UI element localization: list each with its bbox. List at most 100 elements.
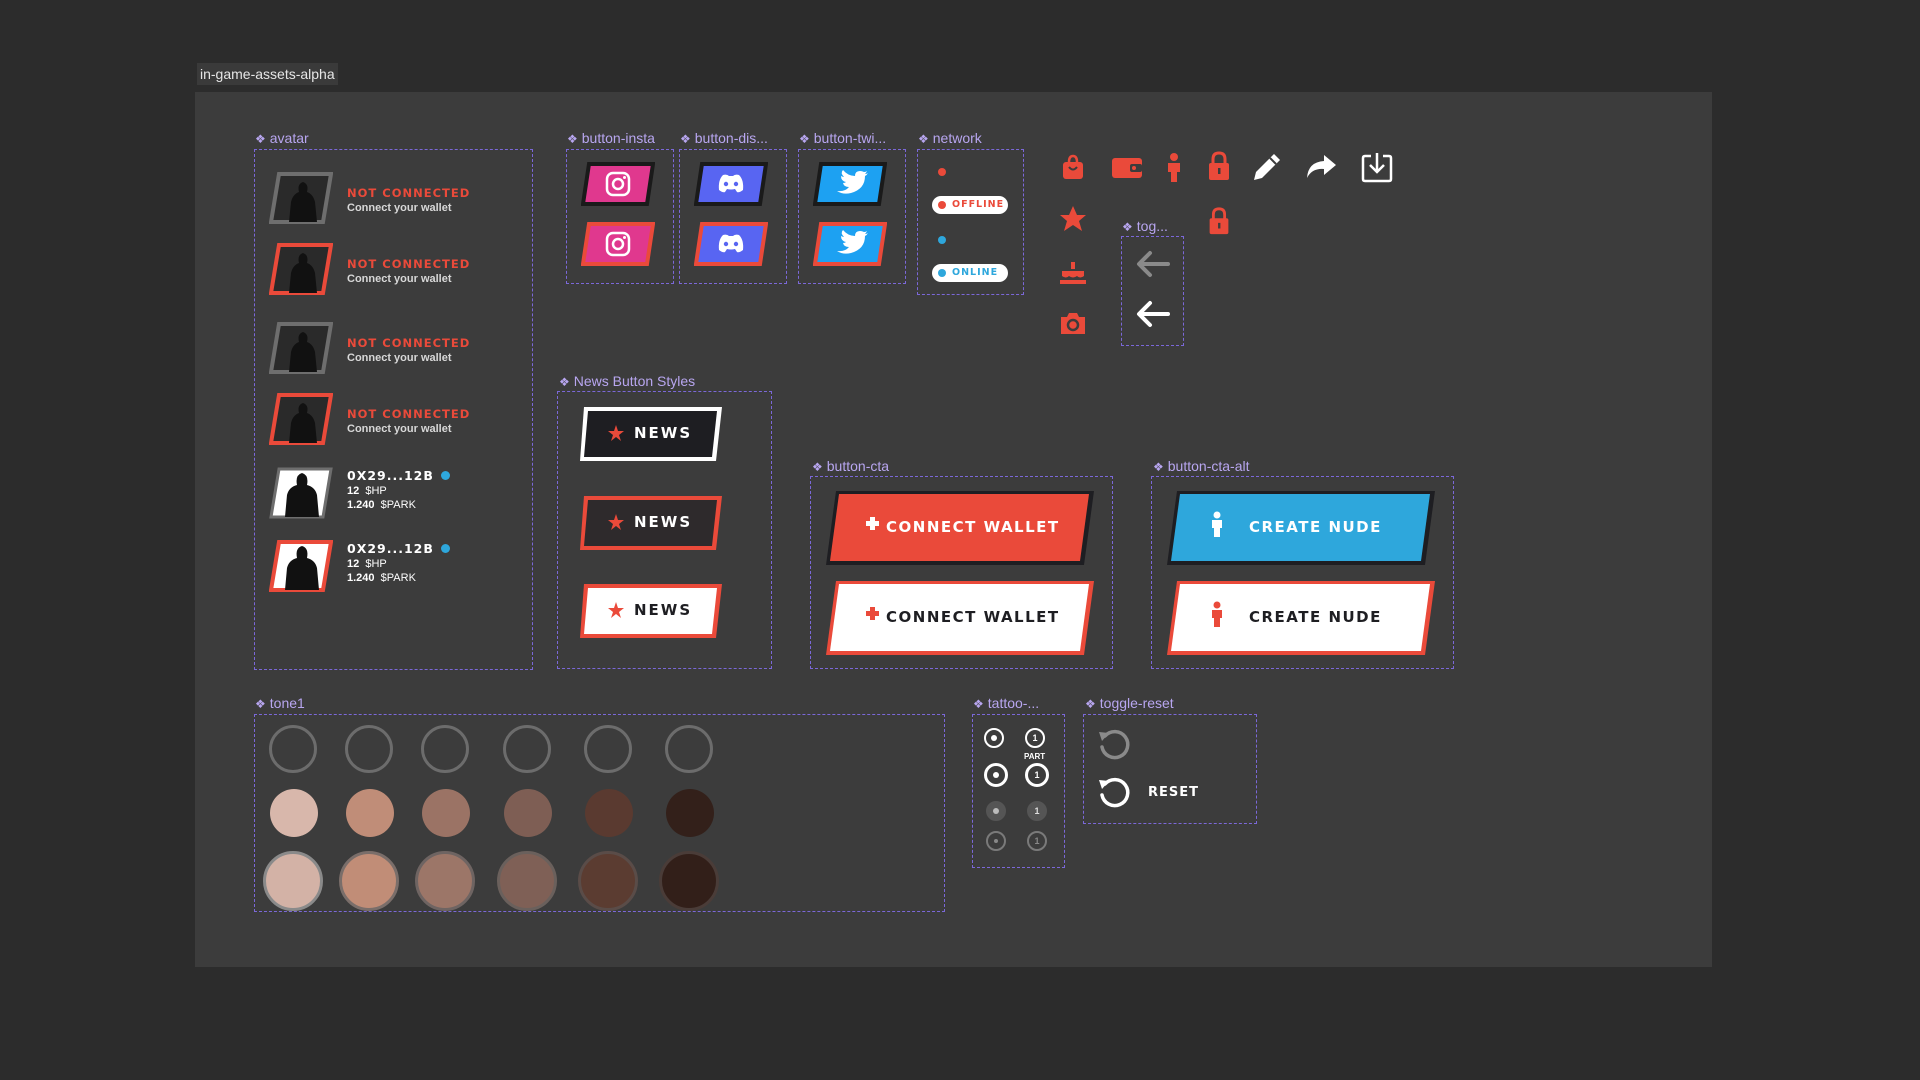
twitter-button[interactable] — [813, 162, 887, 206]
connect-wallet-button[interactable]: CONNECT WALLET — [824, 489, 1096, 567]
component-label-cta-alt[interactable]: ❖ button-cta-alt — [1153, 458, 1249, 475]
insta-component — [566, 149, 674, 284]
component-label-news[interactable]: ❖ News Button Styles — [559, 373, 695, 390]
wallet-address: 0X29...12B — [347, 468, 434, 483]
component-label-discord[interactable]: ❖ button-dis... — [680, 130, 768, 147]
avatar-hint: Connect your wallet — [347, 423, 452, 435]
avatar-component: NOT CONNECTED Connect your wallet NOT CO… — [254, 149, 533, 670]
online-dot — [938, 236, 946, 244]
component-label-cta[interactable]: ❖ button-cta — [812, 458, 889, 475]
cta-alt-label: CREATE NUDE — [1249, 518, 1382, 536]
online-label: ONLINE — [952, 267, 999, 278]
camera-icon[interactable] — [1058, 310, 1088, 336]
tone-swatch[interactable] — [346, 789, 394, 837]
tattoo-number-empty[interactable]: 1 — [1027, 831, 1047, 851]
tone-swatch-selected[interactable] — [497, 851, 557, 911]
online-pill-dot — [938, 269, 946, 277]
wallet-icon[interactable] — [1110, 154, 1144, 182]
tattoo-number-disabled[interactable]: 1 — [1027, 801, 1047, 821]
offline-label: OFFLINE — [952, 199, 1005, 210]
frame-title[interactable]: in-game-assets-alpha — [197, 63, 338, 85]
create-nude-button-alt[interactable]: CREATE NUDE — [1165, 579, 1437, 657]
avatar-image-icon — [269, 322, 333, 374]
offline-pill-dot — [938, 201, 946, 209]
reset-label: RESET — [1148, 785, 1200, 800]
news-button-hover[interactable]: NEWS — [578, 494, 724, 552]
avatar-image-icon — [269, 393, 333, 445]
tattoo-radio-disabled[interactable] — [986, 801, 1006, 821]
arrow-left-icon[interactable] — [1134, 249, 1172, 279]
component-label-network[interactable]: ❖ network — [918, 130, 982, 147]
online-indicator — [441, 544, 450, 553]
create-nude-button[interactable]: CREATE NUDE — [1165, 489, 1437, 567]
star-icon[interactable] — [1058, 204, 1088, 234]
tattoo-radio[interactable] — [984, 728, 1004, 748]
news-button-active[interactable]: NEWS — [578, 582, 724, 640]
person-icon[interactable] — [1164, 152, 1184, 184]
reset-button[interactable]: RESET — [1096, 775, 1246, 811]
spark-value: 1.240 — [347, 572, 375, 584]
hp-value: 12 — [347, 558, 360, 570]
component-label-twitter[interactable]: ❖ button-twi... — [799, 130, 886, 147]
pencil-icon[interactable] — [1250, 150, 1284, 184]
tone-swatch[interactable] — [422, 789, 470, 837]
avatar-hint: Connect your wallet — [347, 352, 452, 364]
tone-swatch-selected[interactable] — [415, 851, 475, 911]
bag-icon[interactable] — [1058, 152, 1088, 182]
avatar-image-icon — [269, 540, 333, 592]
news-button-default[interactable]: NEWS — [578, 405, 724, 463]
cake-icon[interactable] — [1058, 258, 1088, 286]
component-label-tattoo[interactable]: ❖ tattoo-... — [973, 695, 1039, 712]
component-label-toggle-reset[interactable]: ❖ toggle-reset — [1085, 695, 1174, 712]
tattoo-number[interactable]: 1 — [1025, 728, 1045, 748]
tone-ring-empty[interactable] — [584, 725, 632, 773]
tone-swatch-selected[interactable] — [659, 851, 719, 911]
connect-wallet-button-alt[interactable]: CONNECT WALLET — [824, 579, 1096, 657]
avatar-hint: Connect your wallet — [347, 202, 452, 214]
share-icon[interactable] — [1304, 152, 1338, 182]
news-label: NEWS — [634, 513, 693, 531]
discord-button[interactable] — [694, 162, 768, 206]
tone-swatch[interactable] — [504, 789, 552, 837]
component-label-tone[interactable]: ❖ tone1 — [255, 695, 305, 712]
component-label-insta[interactable]: ❖ button-insta — [567, 130, 655, 147]
tone-ring-empty[interactable] — [269, 725, 317, 773]
spark-value: 1.240 — [347, 499, 375, 511]
avatar-image-icon — [269, 243, 333, 295]
tattoo-radio-empty[interactable] — [986, 831, 1006, 851]
network-component: OFFLINE ONLINE — [917, 149, 1024, 295]
news-label: NEWS — [634, 424, 693, 442]
tone-swatch[interactable] — [585, 789, 633, 837]
lock-icon[interactable] — [1206, 206, 1232, 236]
instagram-button[interactable] — [581, 162, 655, 206]
tone-swatch-selected[interactable] — [339, 851, 399, 911]
tattoo-number-selected[interactable]: 1 — [1025, 763, 1049, 787]
reset-icon[interactable] — [1096, 727, 1132, 763]
arrow-left-icon[interactable] — [1134, 299, 1172, 329]
tone-swatch-selected[interactable] — [578, 851, 638, 911]
instagram-button-active[interactable] — [581, 222, 655, 266]
hp-unit: $HP — [365, 485, 387, 497]
tattoo-component: 1 PART 1 1 1 — [972, 714, 1065, 868]
discord-component — [679, 149, 787, 284]
twitter-button-active[interactable] — [813, 222, 887, 266]
discord-button-active[interactable] — [694, 222, 768, 266]
tone-ring-empty[interactable] — [345, 725, 393, 773]
cta-alt-component: CREATE NUDE CREATE NUDE — [1151, 476, 1454, 669]
tone-swatch-selected[interactable] — [263, 851, 323, 911]
news-component: NEWS NEWS NEWS — [557, 391, 772, 669]
tone-swatch[interactable] — [666, 789, 714, 837]
lock-icon[interactable] — [1206, 150, 1232, 182]
download-icon[interactable] — [1360, 150, 1394, 184]
avatar-status: NOT CONNECTED — [347, 186, 471, 200]
tone-ring-empty[interactable] — [665, 725, 713, 773]
tone-swatch[interactable] — [270, 789, 318, 837]
tattoo-radio-selected[interactable] — [984, 763, 1008, 787]
tone-component — [254, 714, 945, 912]
cta-alt-label: CREATE NUDE — [1249, 608, 1382, 626]
component-label-avatar[interactable]: ❖ avatar — [255, 130, 309, 147]
component-label-toggle[interactable]: ❖ tog... — [1122, 218, 1168, 235]
tone-ring-empty[interactable] — [503, 725, 551, 773]
cta-component: CONNECT WALLET CONNECT WALLET — [810, 476, 1113, 669]
tone-ring-empty[interactable] — [421, 725, 469, 773]
